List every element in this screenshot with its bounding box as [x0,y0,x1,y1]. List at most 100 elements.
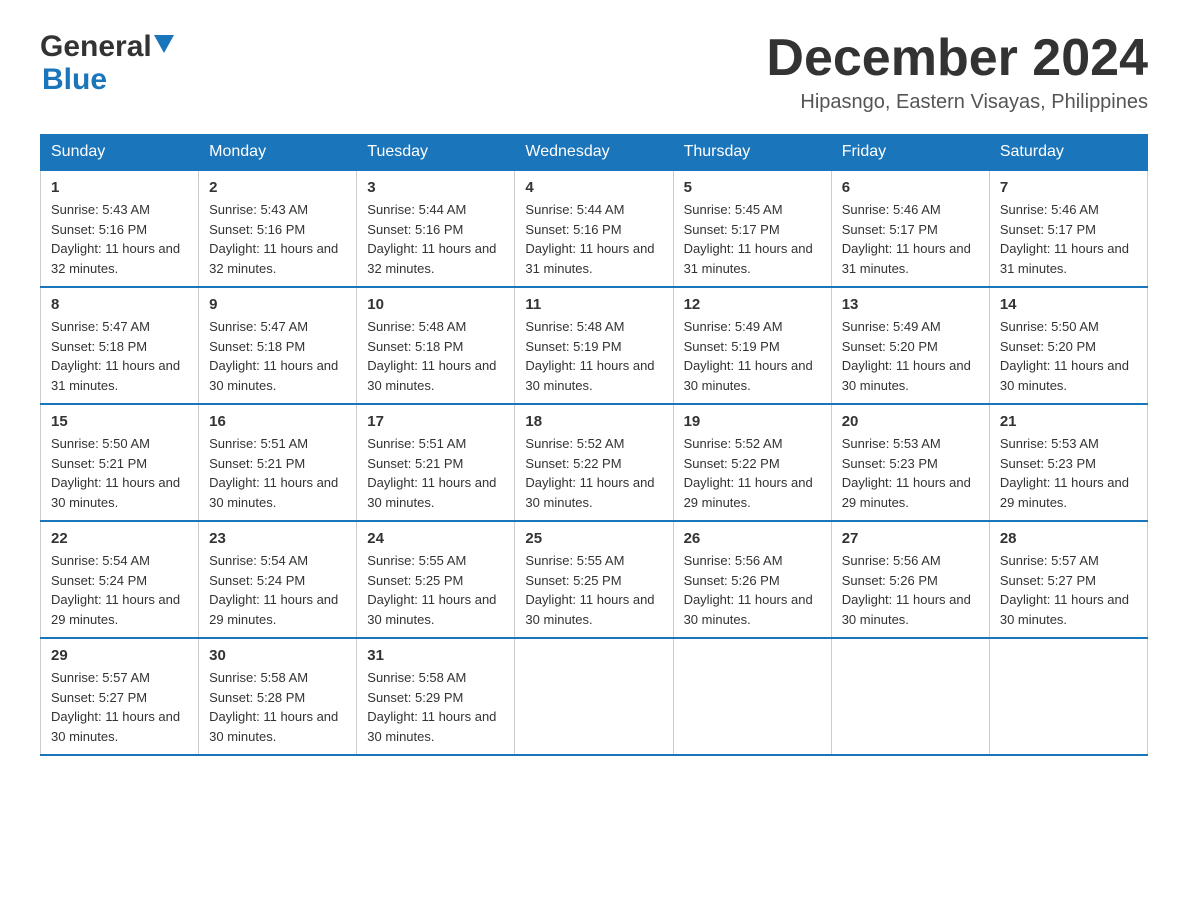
calendar-cell: 18Sunrise: 5:52 AMSunset: 5:22 PMDayligh… [515,404,673,521]
calendar-cell: 20 Sunrise: 5:53 AMSunset: 5:23 PMDayligh… [831,404,989,521]
col-header-wednesday: Wednesday [515,135,673,171]
day-info: Sunrise: 5:56 AMSunset: 5:26 PMDaylight:… [684,551,821,629]
day-number: 3 [367,179,504,196]
day-number: 23 [209,530,346,547]
col-header-tuesday: Tuesday [357,135,515,171]
calendar-cell: 15 Sunrise: 5:50 AMSunset: 5:21 PMDayligh… [41,404,199,521]
day-number: 20 [842,413,979,430]
day-info: Sunrise: 5:54 AMSunset: 5:24 PMDaylight:… [209,551,346,629]
calendar-week-row: 22 Sunrise: 5:54 AMSunset: 5:24 PMDayligh… [41,521,1148,638]
calendar-week-row: 15 Sunrise: 5:50 AMSunset: 5:21 PMDayligh… [41,404,1148,521]
day-info: Sunrise: 5:43 AMSunset: 5:16 PMDaylight:… [209,200,346,278]
calendar-cell: 24 Sunrise: 5:55 AMSunset: 5:25 PMDayligh… [357,521,515,638]
day-info: Sunrise: 5:52 AMSunset: 5:22 PMDaylight:… [684,434,821,512]
calendar-week-row: 1 Sunrise: 5:43 AMSunset: 5:16 PMDaylight… [41,170,1148,287]
calendar-cell: 7 Sunrise: 5:46 AMSunset: 5:17 PMDaylight… [989,170,1147,287]
day-number: 21 [1000,413,1137,430]
day-info: Sunrise: 5:47 AMSunset: 5:18 PMDaylight:… [51,317,188,395]
day-number: 14 [1000,296,1137,313]
day-info: Sunrise: 5:45 AMSunset: 5:17 PMDaylight:… [684,200,821,278]
calendar-cell: 17 Sunrise: 5:51 AMSunset: 5:21 PMDayligh… [357,404,515,521]
day-info: Sunrise: 5:43 AMSunset: 5:16 PMDaylight:… [51,200,188,278]
day-info: Sunrise: 5:50 AMSunset: 5:21 PMDaylight:… [51,434,188,512]
calendar-cell: 30Sunrise: 5:58 AMSunset: 5:28 PMDayligh… [199,638,357,755]
day-number: 11 [525,296,662,313]
day-info: Sunrise: 5:53 AMSunset: 5:23 PMDaylight:… [842,434,979,512]
calendar-cell: 3 Sunrise: 5:44 AMSunset: 5:16 PMDaylight… [357,170,515,287]
calendar-cell: 13Sunrise: 5:49 AMSunset: 5:20 PMDayligh… [831,287,989,404]
day-info: Sunrise: 5:55 AMSunset: 5:25 PMDaylight:… [367,551,504,629]
day-info: Sunrise: 5:56 AMSunset: 5:26 PMDaylight:… [842,551,979,629]
day-number: 24 [367,530,504,547]
calendar-cell: 25 Sunrise: 5:55 AMSunset: 5:25 PMDayligh… [515,521,673,638]
calendar-cell: 14 Sunrise: 5:50 AMSunset: 5:20 PMDayligh… [989,287,1147,404]
calendar-cell: 31Sunrise: 5:58 AMSunset: 5:29 PMDayligh… [357,638,515,755]
logo: General Blue [40,30,176,96]
calendar-cell: 29 Sunrise: 5:57 AMSunset: 5:27 PMDayligh… [41,638,199,755]
calendar-cell: 27 Sunrise: 5:56 AMSunset: 5:26 PMDayligh… [831,521,989,638]
day-number: 28 [1000,530,1137,547]
day-number: 12 [684,296,821,313]
calendar-week-row: 8 Sunrise: 5:47 AMSunset: 5:18 PMDaylight… [41,287,1148,404]
calendar-cell: 10Sunrise: 5:48 AMSunset: 5:18 PMDayligh… [357,287,515,404]
day-number: 18 [525,413,662,430]
day-number: 4 [525,179,662,196]
logo-triangle-icon [154,35,176,57]
day-number: 16 [209,413,346,430]
calendar-cell: 4 Sunrise: 5:44 AMSunset: 5:16 PMDaylight… [515,170,673,287]
day-number: 29 [51,647,188,664]
day-info: Sunrise: 5:58 AMSunset: 5:29 PMDaylight:… [367,668,504,746]
calendar-cell [831,638,989,755]
calendar-cell: 11 Sunrise: 5:48 AMSunset: 5:19 PMDayligh… [515,287,673,404]
day-info: Sunrise: 5:47 AMSunset: 5:18 PMDaylight:… [209,317,346,395]
day-info: Sunrise: 5:57 AMSunset: 5:27 PMDaylight:… [51,668,188,746]
calendar-week-row: 29 Sunrise: 5:57 AMSunset: 5:27 PMDayligh… [41,638,1148,755]
day-info: Sunrise: 5:57 AMSunset: 5:27 PMDaylight:… [1000,551,1137,629]
calendar-header-row: SundayMondayTuesdayWednesdayThursdayFrid… [41,135,1148,171]
calendar-cell: 28 Sunrise: 5:57 AMSunset: 5:27 PMDayligh… [989,521,1147,638]
calendar-cell: 23 Sunrise: 5:54 AMSunset: 5:24 PMDayligh… [199,521,357,638]
day-info: Sunrise: 5:48 AMSunset: 5:18 PMDaylight:… [367,317,504,395]
calendar-cell: 22 Sunrise: 5:54 AMSunset: 5:24 PMDayligh… [41,521,199,638]
day-info: Sunrise: 5:51 AMSunset: 5:21 PMDaylight:… [367,434,504,512]
day-number: 27 [842,530,979,547]
calendar-table: SundayMondayTuesdayWednesdayThursdayFrid… [40,134,1148,756]
day-info: Sunrise: 5:44 AMSunset: 5:16 PMDaylight:… [367,200,504,278]
calendar-cell: 21Sunrise: 5:53 AMSunset: 5:23 PMDayligh… [989,404,1147,521]
day-number: 7 [1000,179,1137,196]
day-info: Sunrise: 5:51 AMSunset: 5:21 PMDaylight:… [209,434,346,512]
col-header-thursday: Thursday [673,135,831,171]
day-number: 22 [51,530,188,547]
day-info: Sunrise: 5:44 AMSunset: 5:16 PMDaylight:… [525,200,662,278]
day-info: Sunrise: 5:48 AMSunset: 5:19 PMDaylight:… [525,317,662,395]
day-number: 17 [367,413,504,430]
day-info: Sunrise: 5:54 AMSunset: 5:24 PMDaylight:… [51,551,188,629]
calendar-cell [515,638,673,755]
logo-general-text: General [40,30,152,63]
col-header-friday: Friday [831,135,989,171]
day-info: Sunrise: 5:55 AMSunset: 5:25 PMDaylight:… [525,551,662,629]
location-subtitle: Hipasngo, Eastern Visayas, Philippines [766,91,1148,114]
day-number: 8 [51,296,188,313]
day-info: Sunrise: 5:50 AMSunset: 5:20 PMDaylight:… [1000,317,1137,395]
day-number: 9 [209,296,346,313]
day-number: 2 [209,179,346,196]
col-header-sunday: Sunday [41,135,199,171]
title-block: December 2024 Hipasngo, Eastern Visayas,… [766,30,1148,114]
logo-blue-text: Blue [42,63,107,96]
calendar-cell: 12 Sunrise: 5:49 AMSunset: 5:19 PMDayligh… [673,287,831,404]
calendar-cell: 16 Sunrise: 5:51 AMSunset: 5:21 PMDayligh… [199,404,357,521]
day-info: Sunrise: 5:46 AMSunset: 5:17 PMDaylight:… [1000,200,1137,278]
day-number: 30 [209,647,346,664]
col-header-monday: Monday [199,135,357,171]
day-number: 25 [525,530,662,547]
calendar-cell: 26Sunrise: 5:56 AMSunset: 5:26 PMDayligh… [673,521,831,638]
day-number: 1 [51,179,188,196]
day-info: Sunrise: 5:49 AMSunset: 5:19 PMDaylight:… [684,317,821,395]
day-number: 19 [684,413,821,430]
day-number: 15 [51,413,188,430]
day-number: 5 [684,179,821,196]
col-header-saturday: Saturday [989,135,1147,171]
calendar-cell: 8 Sunrise: 5:47 AMSunset: 5:18 PMDaylight… [41,287,199,404]
page-header: General Blue December 2024 Hipasngo, Eas… [40,30,1148,114]
